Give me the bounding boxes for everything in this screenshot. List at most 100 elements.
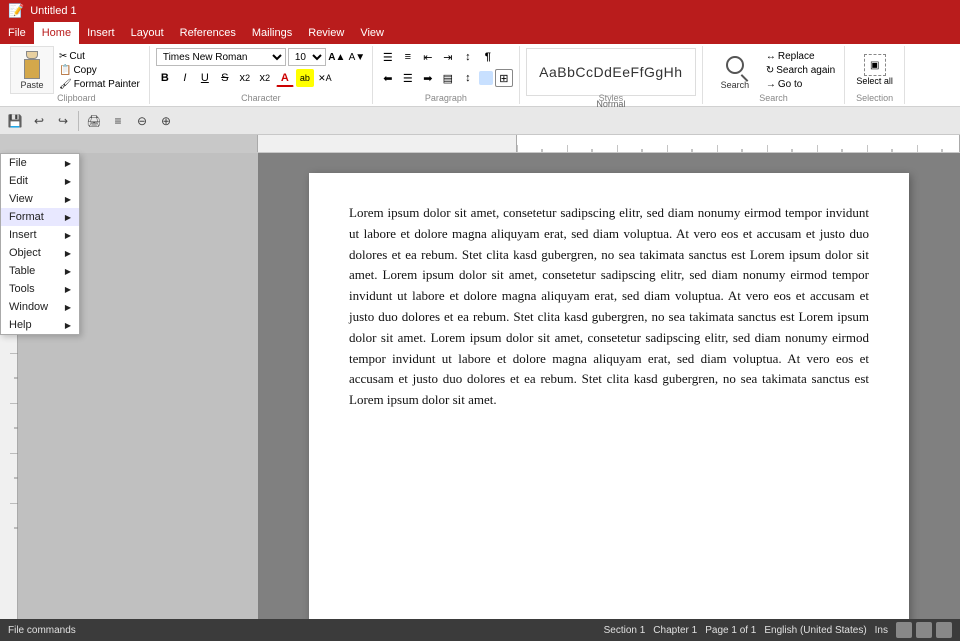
menu-item-mailings[interactable]: Mailings bbox=[244, 22, 300, 44]
goto-button[interactable]: → Go to bbox=[763, 78, 838, 91]
sort-button[interactable]: ↕ bbox=[459, 48, 477, 66]
dropdown-window[interactable]: Window ▶ bbox=[1, 298, 79, 316]
cut-button[interactable]: ✂ Cut bbox=[56, 50, 143, 63]
numbered-list-button[interactable]: ≡ bbox=[399, 48, 417, 66]
subscript-button[interactable]: x2 bbox=[236, 69, 254, 87]
toolbar-zoom-in[interactable]: ⊕ bbox=[155, 110, 177, 132]
table-arrow: ▶ bbox=[65, 267, 71, 276]
dropdown-help[interactable]: Help ▶ bbox=[1, 316, 79, 334]
show-hide-button[interactable]: ¶ bbox=[479, 48, 497, 66]
increase-indent-button[interactable]: ⇥ bbox=[439, 48, 457, 66]
dropdown-menu: File ▶ Edit ▶ View ▶ Format ▶ Insert ▶ O… bbox=[0, 153, 80, 335]
menu-bar: File Home Insert Layout References Maili… bbox=[0, 22, 960, 44]
status-icon-3 bbox=[936, 622, 952, 638]
menu-item-references[interactable]: References bbox=[172, 22, 244, 44]
help-arrow: ▶ bbox=[65, 321, 71, 330]
align-center-button[interactable]: ☰ bbox=[399, 69, 417, 87]
underline-button[interactable]: U bbox=[196, 69, 214, 87]
menu-item-file[interactable]: File bbox=[0, 22, 34, 44]
cut-label: Cut bbox=[69, 51, 85, 62]
copy-button[interactable]: 📋 Copy bbox=[56, 64, 143, 77]
toolbar-print-button[interactable]: 🖨 bbox=[83, 110, 105, 132]
menu-item-home[interactable]: Home bbox=[34, 22, 79, 44]
document-container[interactable]: Lorem ipsum dolor sit amet, consetetur s… bbox=[258, 153, 960, 619]
selection-controls: ▣ Select all bbox=[851, 48, 898, 92]
font-row-2: B I U S x2 x2 A ab ✕A bbox=[156, 69, 334, 87]
shrink-font-button[interactable]: A▼ bbox=[348, 48, 366, 66]
search-button[interactable]: Search bbox=[709, 48, 761, 92]
status-page: Page 1 of 1 bbox=[705, 625, 756, 636]
ribbon-content: Paste ✂ Cut 📋 Copy 🖌 Format Painter Clip… bbox=[0, 44, 960, 106]
menu-item-review[interactable]: Review bbox=[300, 22, 352, 44]
status-icon-1 bbox=[896, 622, 912, 638]
menu-item-layout[interactable]: Layout bbox=[123, 22, 172, 44]
edit-arrow: ▶ bbox=[65, 177, 71, 186]
select-all-button[interactable]: ▣ Select all bbox=[853, 53, 896, 87]
window-arrow: ▶ bbox=[65, 303, 71, 312]
align-right-button[interactable]: ➡ bbox=[419, 69, 437, 87]
bullet-list-button[interactable]: ☰ bbox=[379, 48, 397, 66]
dropdown-tools[interactable]: Tools ▶ bbox=[1, 280, 79, 298]
toolbar-zoom-out[interactable]: ⊖ bbox=[131, 110, 153, 132]
status-chapter: Chapter 1 bbox=[653, 625, 697, 636]
title-bar: 📝 Untitled 1 bbox=[0, 0, 960, 22]
borders-button[interactable]: ⊞ bbox=[495, 69, 513, 87]
menu-item-view[interactable]: View bbox=[352, 22, 392, 44]
dropdown-table[interactable]: Table ▶ bbox=[1, 262, 79, 280]
replace-button[interactable]: ↔ Replace bbox=[763, 50, 838, 63]
toolbar-undo-button[interactable]: ↩ bbox=[28, 110, 50, 132]
format-painter-label: Format Painter bbox=[74, 79, 140, 90]
clipboard-group: Paste ✂ Cut 📋 Copy 🖌 Format Painter Clip… bbox=[4, 46, 150, 104]
strikethrough-button[interactable]: S bbox=[216, 69, 234, 87]
style-preview[interactable]: AaBbCcDdEeFfGgHh bbox=[526, 48, 696, 96]
main-area: File ▶ Edit ▶ View ▶ Format ▶ Insert ▶ O… bbox=[0, 153, 960, 619]
toolbar-view-toggle[interactable]: ≡ bbox=[107, 110, 129, 132]
dropdown-insert[interactable]: Insert ▶ bbox=[1, 226, 79, 244]
grow-font-button[interactable]: A▲ bbox=[328, 48, 346, 66]
styles-group: AaBbCcDdEeFfGgHh Normal Styles bbox=[520, 46, 703, 104]
menu-item-insert[interactable]: Insert bbox=[79, 22, 123, 44]
selection-group-label: Selection bbox=[845, 93, 904, 103]
paste-button[interactable]: Paste bbox=[10, 46, 54, 94]
font-size-select[interactable]: 10 bbox=[288, 48, 326, 66]
search-again-button[interactable]: ↻ Search again bbox=[763, 64, 838, 77]
superscript-button[interactable]: x2 bbox=[256, 69, 274, 87]
bold-button[interactable]: B bbox=[156, 69, 174, 87]
italic-button[interactable]: I bbox=[176, 69, 194, 87]
app-icon: 📝 bbox=[8, 3, 24, 19]
highlight-button[interactable]: ab bbox=[296, 69, 314, 87]
document-text: Lorem ipsum dolor sit amet, consetetur s… bbox=[349, 203, 869, 411]
line-spacing-button[interactable]: ↕ bbox=[459, 69, 477, 87]
toolbar-save-button[interactable]: 💾 bbox=[4, 110, 26, 132]
status-icons bbox=[896, 622, 952, 638]
dropdown-edit[interactable]: Edit ▶ bbox=[1, 172, 79, 190]
decrease-indent-button[interactable]: ⇤ bbox=[419, 48, 437, 66]
search-again-label: Search again bbox=[776, 65, 835, 76]
clear-format-button[interactable]: ✕A bbox=[316, 69, 334, 87]
dropdown-view[interactable]: View ▶ bbox=[1, 190, 79, 208]
file-arrow: ▶ bbox=[65, 159, 71, 168]
status-left: File commands bbox=[8, 625, 76, 636]
font-family-select[interactable]: Times New Roman bbox=[156, 48, 286, 66]
search-controls: Search ↔ Replace ↻ Search again → Go to bbox=[709, 48, 838, 92]
status-commands: File commands bbox=[8, 625, 76, 636]
insert-arrow: ▶ bbox=[65, 231, 71, 240]
clipboard-label: Clipboard bbox=[4, 93, 149, 103]
toolbar-redo-button[interactable]: ↪ bbox=[52, 110, 74, 132]
align-left-button[interactable]: ⬅ bbox=[379, 69, 397, 87]
status-bar: File commands Section 1 Chapter 1 Page 1… bbox=[0, 619, 960, 641]
font-controls: Times New Roman 10 A▲ A▼ B I U S x2 x2 A bbox=[156, 48, 366, 92]
left-panel: File ▶ Edit ▶ View ▶ Format ▶ Insert ▶ O… bbox=[0, 153, 258, 619]
justify-button[interactable]: ▤ bbox=[439, 69, 457, 87]
dropdown-file[interactable]: File ▶ bbox=[1, 154, 79, 172]
view-arrow: ▶ bbox=[65, 195, 71, 204]
dropdown-object[interactable]: Object ▶ bbox=[1, 244, 79, 262]
status-section: Section 1 bbox=[604, 625, 646, 636]
document-page: Lorem ipsum dolor sit amet, consetetur s… bbox=[309, 173, 909, 619]
object-arrow: ▶ bbox=[65, 249, 71, 258]
shading-button[interactable] bbox=[479, 71, 493, 85]
dropdown-format[interactable]: Format ▶ bbox=[1, 208, 79, 226]
format-painter-button[interactable]: 🖌 Format Painter bbox=[56, 78, 143, 91]
status-language: English (United States) bbox=[764, 625, 866, 636]
font-color-button[interactable]: A bbox=[276, 69, 294, 87]
